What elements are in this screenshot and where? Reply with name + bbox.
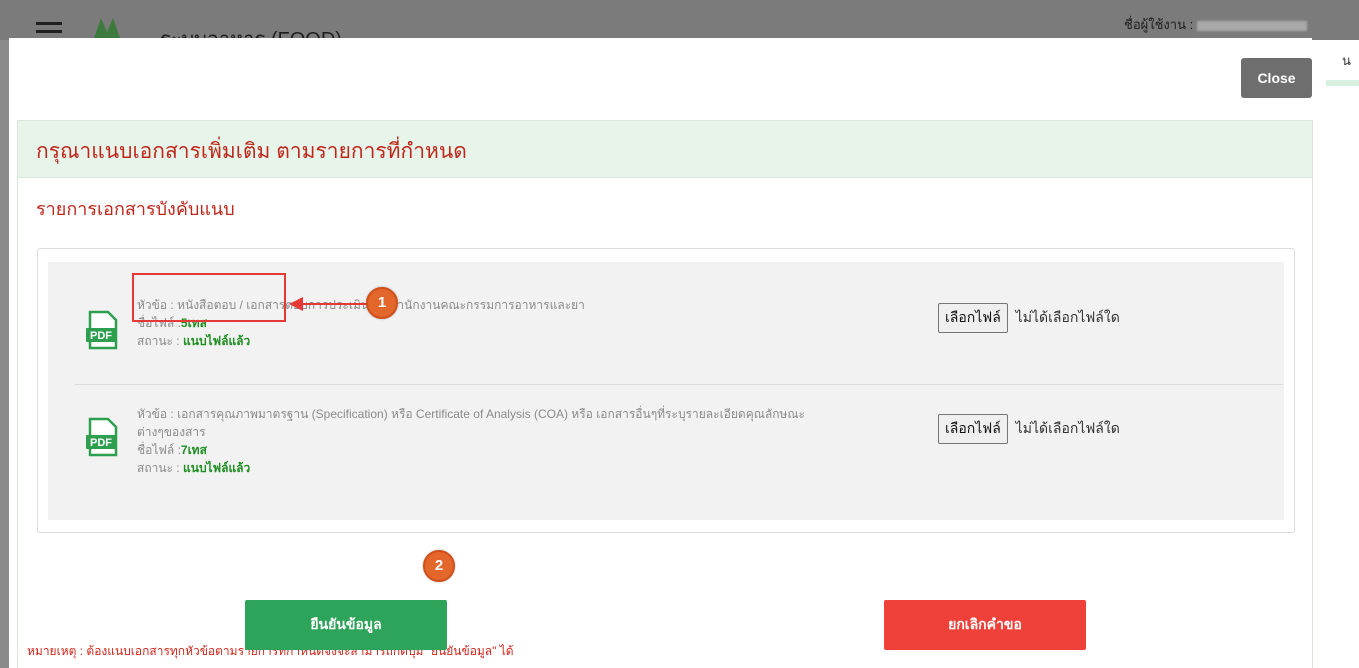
confirm-button[interactable]: ยืนยันข้อมูล (245, 600, 447, 650)
redacted-username (1197, 20, 1308, 31)
row-divider (75, 384, 1283, 385)
no-file-text: ไม่ได้เลือกไฟล์ใด (1015, 420, 1120, 436)
document-status: สถานะ : แนบไฟล์แล้ว (137, 461, 251, 475)
svg-text:PDF: PDF (90, 330, 112, 342)
cancel-request-button[interactable]: ยกเลิกคำขอ (884, 600, 1086, 650)
panel-title: กรุณาแนบเอกสารเพิ่มเติม ตามรายการที่กำหน… (36, 140, 467, 163)
annotation-badge-1: 1 (366, 287, 398, 319)
file-picker: เลือกไฟล์ ไม่ได้เลือกไฟล์ใด (938, 414, 1120, 444)
section-title: รายการเอกสารบังคับแนบ (36, 199, 235, 219)
left-overlay (0, 40, 9, 668)
attach-panel: กรุณาแนบเอกสารเพิ่มเติม ตามรายการที่กำหน… (17, 120, 1313, 668)
right-overlay (1312, 40, 1359, 668)
annotation-arrow-line (302, 303, 368, 305)
document-status: สถานะ : แนบไฟล์แล้ว (137, 334, 251, 348)
annotation-badge-2: 2 (423, 550, 455, 582)
user-label: ชื่อผู้ใช้งาน : (1124, 14, 1308, 35)
close-button[interactable]: Close (1241, 58, 1312, 98)
document-filename: ชื่อไฟล์ :7เทส (137, 443, 207, 457)
attach-documents-modal: Close กรุณาแนบเอกสารเพิ่มเติม ตามรายการท… (9, 38, 1313, 668)
document-info: หัวข้อ : เอกสารคุณภาพมาตรฐาน (Specificat… (137, 405, 937, 477)
panel-header: กรุณาแนบเอกสารเพิ่มเติม ตามรายการที่กำหน… (18, 121, 1312, 178)
app-logo-icon (94, 18, 120, 38)
pdf-file-icon: PDF (86, 417, 118, 457)
side-bar (1326, 80, 1359, 86)
choose-file-button[interactable]: เลือกไฟล์ (938, 303, 1008, 333)
side-text: น (1342, 53, 1351, 68)
document-topic: หัวข้อ : เอกสารคุณภาพมาตรฐาน (Specificat… (137, 407, 805, 421)
annotation-arrow-head-icon (289, 297, 303, 311)
document-topic-continued: ต่างๆของสาร (137, 425, 206, 439)
pdf-file-icon: PDF (86, 310, 118, 350)
no-file-text: ไม่ได้เลือกไฟล์ใด (1015, 309, 1120, 325)
svg-text:PDF: PDF (90, 437, 112, 449)
choose-file-button[interactable]: เลือกไฟล์ (938, 414, 1008, 444)
file-picker: เลือกไฟล์ ไม่ได้เลือกไฟล์ใด (938, 303, 1120, 333)
annotation-highlight-box (132, 273, 286, 322)
